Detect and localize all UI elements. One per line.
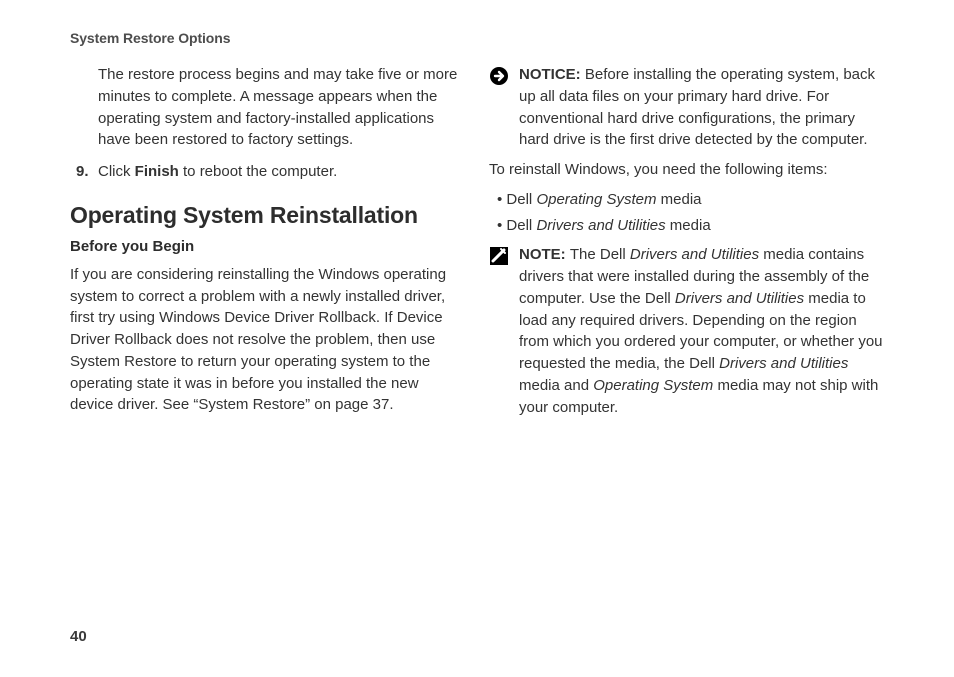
finish-label: Finish [135,163,179,180]
bullet1-post: media [657,191,702,208]
note-label: NOTE: [519,246,570,263]
required-items-list: Dell Operating System media Dell Drivers… [489,189,884,237]
before-you-begin-subheading: Before you Begin [70,236,465,258]
step-9-text: Click Finish to reboot the computer. [98,161,337,183]
list-item: Dell Drivers and Utilities media [509,215,884,237]
left-column: The restore process begins and may take … [70,64,465,426]
step-9: 9. Click Finish to reboot the computer. [70,161,465,183]
notice-callout: NOTICE: Before installing the operating … [489,64,884,151]
step-9-suffix: to reboot the computer. [179,163,337,180]
bullet2-post: media [666,217,711,234]
right-column: NOTICE: Before installing the operating … [489,64,884,426]
reinstall-intro: To reinstall Windows, you need the follo… [489,159,884,181]
notice-label: NOTICE: [519,66,585,83]
bullet1-italic: Operating System [536,191,656,208]
note-it2: Drivers and Utilities [675,290,804,307]
step-9-number: 9. [76,161,98,183]
content-columns: The restore process begins and may take … [70,64,884,426]
notice-body: NOTICE: Before installing the operating … [519,64,884,151]
restore-process-paragraph: The restore process begins and may take … [70,64,465,151]
notice-icon [489,66,509,86]
note-1: The Dell [570,246,630,263]
note-it3: Drivers and Utilities [719,355,848,372]
note-it1: Drivers and Utilities [630,246,759,263]
bullet1-pre: Dell [506,191,536,208]
before-you-begin-paragraph: If you are considering reinstalling the … [70,264,465,416]
os-reinstallation-heading: Operating System Reinstallation [70,199,465,232]
page-number: 40 [70,628,87,645]
note-body: NOTE: The Dell Drivers and Utilities med… [519,244,884,418]
note-it4: Operating System [593,377,713,394]
bullet2-pre: Dell [506,217,536,234]
note-callout: NOTE: The Dell Drivers and Utilities med… [489,244,884,418]
list-item: Dell Operating System media [509,189,884,211]
bullet2-italic: Drivers and Utilities [536,217,665,234]
note-icon [489,246,509,266]
page-header: System Restore Options [70,30,884,46]
note-4: media and [519,377,593,394]
step-9-prefix: Click [98,163,135,180]
